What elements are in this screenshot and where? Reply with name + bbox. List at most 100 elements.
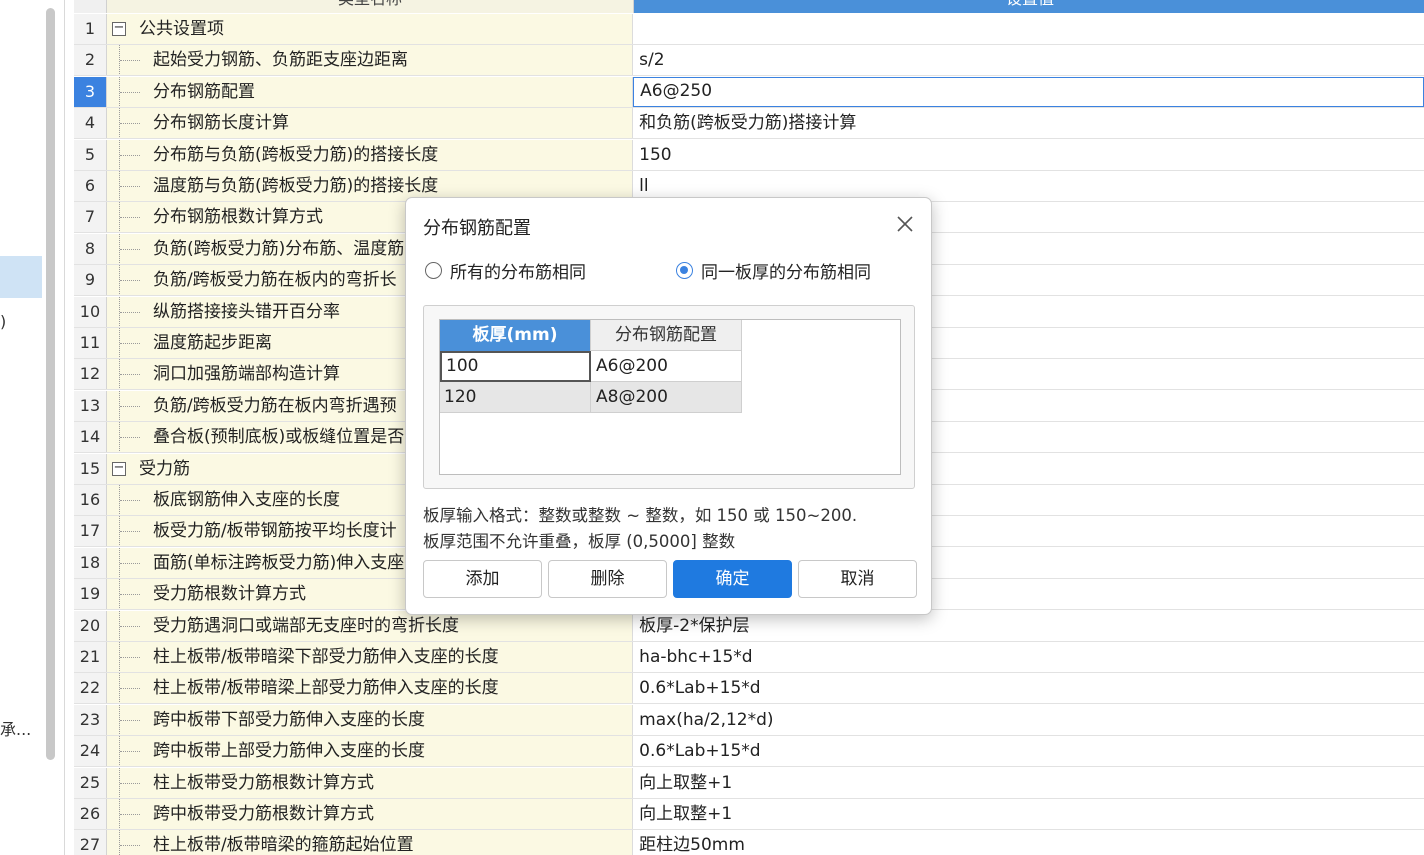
- col-header-thickness[interactable]: 板厚(mm): [440, 320, 591, 351]
- type-name-label: 分布钢筋长度计算: [152, 113, 289, 134]
- row-number[interactable]: 24: [74, 736, 107, 767]
- setting-value-cell[interactable]: 向上取整+1: [633, 768, 1424, 798]
- table-row[interactable]: 3 分布钢筋配置 A6@250: [74, 76, 1424, 108]
- row-number[interactable]: 2: [74, 45, 107, 76]
- table-row[interactable]: 27 柱上板带/板带暗梁的箍筋起始位置 距柱边50mm: [74, 830, 1424, 855]
- row-number[interactable]: 10: [74, 296, 107, 327]
- row-number[interactable]: 7: [74, 202, 107, 233]
- setting-value-cell[interactable]: [633, 14, 1424, 44]
- type-name-cell[interactable]: 分布筋与负筋(跨板受力筋)的搭接长度: [106, 139, 634, 170]
- table-row[interactable]: 4 分布钢筋长度计算 和负筋(跨板受力筋)搭接计算: [74, 108, 1424, 140]
- tree-line: [118, 45, 140, 76]
- setting-value-cell[interactable]: A6@250: [633, 76, 1424, 107]
- row-number[interactable]: 14: [74, 422, 107, 453]
- type-name-cell[interactable]: 分布钢筋配置: [106, 76, 634, 107]
- type-name-cell[interactable]: 柱上板带/板带暗梁上部受力筋伸入支座的长度: [106, 673, 634, 704]
- setting-value-cell[interactable]: max(ha/2,12*d): [633, 705, 1424, 735]
- collapse-icon[interactable]: −: [111, 21, 126, 36]
- row-number[interactable]: 3: [74, 76, 107, 107]
- row-number[interactable]: 25: [74, 767, 107, 798]
- tree-line: [118, 233, 140, 264]
- type-name-cell[interactable]: − 公共设置项: [106, 14, 634, 44]
- radio-same-thickness[interactable]: 同一板厚的分布筋相同: [676, 258, 871, 283]
- type-name-cell[interactable]: 分布钢筋长度计算: [106, 108, 634, 139]
- group-row[interactable]: 1− 公共设置项: [74, 14, 1424, 45]
- row-number[interactable]: 6: [74, 171, 107, 201]
- type-name-label: 受力筋: [138, 458, 190, 479]
- row-number[interactable]: 12: [74, 359, 107, 390]
- ok-button[interactable]: 确定: [673, 560, 792, 598]
- row-number[interactable]: 27: [74, 830, 107, 855]
- collapse-icon[interactable]: −: [111, 461, 126, 476]
- table-row[interactable]: 21 柱上板带/板带暗梁下部受力筋伸入支座的长度 ha-bhc+15*d: [74, 642, 1424, 673]
- thickness-cell[interactable]: 100: [440, 351, 591, 382]
- row-number[interactable]: 21: [74, 642, 107, 672]
- thickness-cell[interactable]: 120: [440, 382, 591, 413]
- setting-value-cell[interactable]: 0.6*Lab+15*d: [633, 673, 1424, 703]
- left-panel-scrollbar[interactable]: [46, 8, 55, 760]
- type-name-label: 负筋(跨板受力筋)分布筋、温度筋: [152, 238, 405, 259]
- table-row[interactable]: 5 分布筋与负筋(跨板受力筋)的搭接长度 150: [74, 139, 1424, 171]
- table-row[interactable]: 120 A8@200: [440, 382, 742, 413]
- row-number[interactable]: 20: [74, 610, 107, 641]
- type-name-cell[interactable]: 柱上板带受力筋根数计算方式: [106, 767, 634, 798]
- setting-value-cell[interactable]: 向上取整+1: [633, 799, 1424, 829]
- table-row[interactable]: 100 A6@200: [440, 351, 742, 382]
- row-number[interactable]: 8: [74, 233, 107, 264]
- header-type-name[interactable]: 类型名称: [107, 0, 634, 13]
- row-number[interactable]: 23: [74, 704, 107, 735]
- close-icon[interactable]: [893, 212, 917, 236]
- setting-value-cell[interactable]: 板厚-2*保护层: [633, 611, 1424, 641]
- row-number[interactable]: 13: [74, 390, 107, 421]
- config-cell[interactable]: A6@200: [591, 351, 742, 382]
- type-name-cell[interactable]: 跨中板带下部受力筋伸入支座的长度: [106, 704, 634, 735]
- table-row[interactable]: 25 柱上板带受力筋根数计算方式 向上取整+1: [74, 767, 1424, 799]
- type-name-label: 柱上板带/板带暗梁的箍筋起始位置: [152, 835, 414, 855]
- header-setting-value[interactable]: 设置值: [634, 0, 1424, 13]
- left-panel-text-fragment[interactable]: 承...: [0, 716, 31, 740]
- tree-line: [118, 171, 140, 201]
- left-panel-selected-item[interactable]: [0, 256, 42, 298]
- table-row[interactable]: 20 受力筋遇洞口或端部无支座时的弯折长度 板厚-2*保护层: [74, 610, 1424, 642]
- row-number[interactable]: 11: [74, 328, 107, 358]
- setting-value-cell[interactable]: 150: [633, 140, 1424, 170]
- radio-all-same[interactable]: 所有的分布筋相同: [425, 258, 586, 283]
- type-name-label: 柱上板带受力筋根数计算方式: [152, 772, 374, 793]
- setting-value-cell[interactable]: 和负筋(跨板受力筋)搭接计算: [633, 108, 1424, 138]
- type-name-cell[interactable]: 跨中板带受力筋根数计算方式: [106, 799, 634, 829]
- tree-line: [118, 767, 140, 798]
- row-number[interactable]: 4: [74, 108, 107, 139]
- table-row[interactable]: 26 跨中板带受力筋根数计算方式 向上取整+1: [74, 799, 1424, 830]
- table-row[interactable]: 24 跨中板带上部受力筋伸入支座的长度 0.6*Lab+15*d: [74, 736, 1424, 768]
- type-name-label: 跨中板带下部受力筋伸入支座的长度: [152, 709, 425, 730]
- row-number[interactable]: 19: [74, 579, 107, 610]
- add-button[interactable]: 添加: [423, 560, 542, 598]
- delete-button[interactable]: 删除: [548, 560, 667, 598]
- type-name-label: 柱上板带/板带暗梁下部受力筋伸入支座的长度: [152, 647, 499, 667]
- type-name-cell[interactable]: 柱上板带/板带暗梁的箍筋起始位置: [106, 830, 634, 855]
- table-row[interactable]: 22 柱上板带/板带暗梁上部受力筋伸入支座的长度 0.6*Lab+15*d: [74, 673, 1424, 705]
- cancel-button[interactable]: 取消: [798, 560, 917, 598]
- setting-value-cell[interactable]: 距柱边50mm: [633, 830, 1424, 855]
- setting-value-cell[interactable]: ha-bhc+15*d: [633, 642, 1424, 672]
- type-name-cell[interactable]: 受力筋遇洞口或端部无支座时的弯折长度: [106, 610, 634, 641]
- row-number[interactable]: 9: [74, 265, 107, 296]
- config-cell[interactable]: A8@200: [591, 382, 742, 413]
- row-number[interactable]: 1: [74, 14, 107, 44]
- table-row[interactable]: 23 跨中板带下部受力筋伸入支座的长度 max(ha/2,12*d): [74, 704, 1424, 736]
- row-number[interactable]: 17: [74, 516, 107, 547]
- table-row[interactable]: 2 起始受力钢筋、负筋距支座边距离 s/2: [74, 45, 1424, 77]
- type-name-cell[interactable]: 柱上板带/板带暗梁下部受力筋伸入支座的长度: [106, 642, 634, 672]
- tree-line: [118, 830, 140, 855]
- row-number[interactable]: 5: [74, 139, 107, 170]
- row-number[interactable]: 18: [74, 547, 107, 578]
- col-header-config[interactable]: 分布钢筋配置: [591, 320, 742, 351]
- row-number[interactable]: 22: [74, 673, 107, 704]
- row-number[interactable]: 16: [74, 485, 107, 515]
- row-number[interactable]: 15: [74, 453, 107, 484]
- setting-value-cell[interactable]: s/2: [633, 45, 1424, 75]
- setting-value-cell[interactable]: 0.6*Lab+15*d: [633, 736, 1424, 766]
- type-name-cell[interactable]: 跨中板带上部受力筋伸入支座的长度: [106, 736, 634, 767]
- row-number[interactable]: 26: [74, 799, 107, 829]
- type-name-cell[interactable]: 起始受力钢筋、负筋距支座边距离: [106, 45, 634, 76]
